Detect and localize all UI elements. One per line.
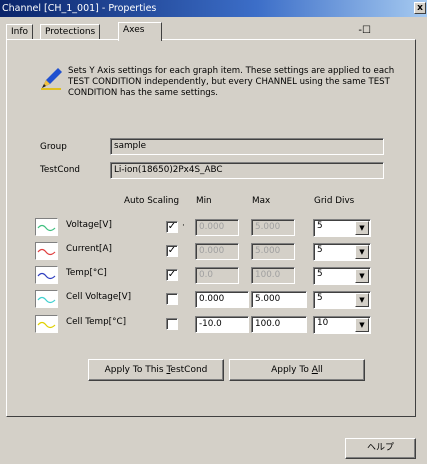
close-button[interactable]: x bbox=[414, 2, 426, 14]
cell-voltage-line-sample bbox=[37, 296, 56, 304]
current-min-field[interactable]: 0.000 bbox=[195, 243, 239, 260]
pencil-icon bbox=[41, 68, 62, 90]
tab-protections[interactable]: Protections bbox=[40, 24, 101, 40]
voltage-auto-checkbox[interactable]: ✓ bbox=[166, 221, 178, 233]
temp-max-field[interactable]: 100.0 bbox=[251, 267, 295, 284]
cell-temp-grid-value: 10 bbox=[317, 318, 329, 328]
cell-temp-min-field[interactable]: -10.0 bbox=[195, 316, 249, 333]
tab-axes[interactable]: Axes bbox=[118, 22, 162, 41]
voltage-max-field[interactable]: 5.000 bbox=[251, 219, 295, 236]
testcond-field: Li-ion(18650)2Px4S_ABC bbox=[110, 162, 384, 179]
temp-label: Temp[°C] bbox=[66, 268, 107, 278]
cell-voltage-label: Cell Voltage[V] bbox=[66, 292, 132, 302]
voltage-grid-value: 5 bbox=[317, 221, 323, 231]
group-label: Group bbox=[40, 142, 67, 152]
cell-temp-auto-checkbox[interactable] bbox=[166, 318, 178, 330]
current-grid-value: 5 bbox=[317, 245, 323, 255]
testcond-label: TestCond bbox=[40, 165, 81, 175]
temp-min-field[interactable]: 0.0 bbox=[195, 267, 239, 284]
current-label: Current[A] bbox=[66, 244, 112, 254]
apply-to-all-button[interactable]: Apply To All bbox=[229, 359, 365, 381]
apply-all-text-pre: Apply To bbox=[271, 365, 312, 375]
window-title: Channel [CH_1_001] - Properties bbox=[2, 3, 157, 14]
tab-info[interactable]: Info bbox=[6, 24, 34, 40]
description-text: Sets Y Axis settings for each graph item… bbox=[68, 66, 395, 98]
cell-temp-line-sample bbox=[37, 321, 56, 329]
group-field: sample bbox=[110, 138, 384, 155]
cell-voltage-auto-checkbox[interactable] bbox=[166, 293, 178, 305]
apply-all-text-post: ll bbox=[317, 365, 323, 375]
current-max-field[interactable]: 5.000 bbox=[251, 243, 295, 260]
dropdown-arrow-icon[interactable]: ▼ bbox=[355, 269, 369, 283]
max-header: Max bbox=[252, 196, 271, 206]
voltage-min-field[interactable]: 0.000 bbox=[195, 219, 239, 236]
pin-icon[interactable]: -☐ bbox=[358, 25, 371, 36]
apply-testcond-text-post: estCond bbox=[170, 365, 208, 375]
grid-divs-header: Grid Divs bbox=[314, 196, 355, 206]
dropdown-arrow-icon[interactable]: ▼ bbox=[355, 318, 369, 332]
voltage-line-sample bbox=[37, 224, 56, 232]
temp-grid-value: 5 bbox=[317, 269, 323, 279]
current-grid-select[interactable]: 5 ▼ bbox=[313, 243, 371, 261]
cell-voltage-grid-select[interactable]: 5 ▼ bbox=[313, 291, 371, 309]
current-line-sample bbox=[37, 248, 56, 256]
apply-testcond-text-pre: Apply To This bbox=[104, 365, 167, 375]
cell-temp-label: Cell Temp[°C] bbox=[66, 317, 127, 327]
temp-line-sample bbox=[37, 272, 56, 280]
cell-voltage-max-field[interactable]: 5.000 bbox=[251, 291, 307, 308]
cell-temp-color-swatch[interactable] bbox=[35, 315, 58, 333]
voltage-grid-select[interactable]: 5 ▼ bbox=[313, 219, 371, 237]
cell-temp-max-field[interactable]: 100.0 bbox=[251, 316, 307, 333]
dropdown-arrow-icon[interactable]: ▼ bbox=[355, 293, 369, 307]
temp-auto-checkbox[interactable]: ✓ bbox=[166, 269, 178, 281]
focus-marker: · bbox=[182, 221, 185, 231]
auto-scaling-header: Auto Scaling bbox=[124, 196, 180, 206]
title-bar: Channel [CH_1_001] - Properties x bbox=[0, 0, 427, 17]
dropdown-arrow-icon[interactable]: ▼ bbox=[355, 245, 369, 259]
cell-temp-grid-select[interactable]: 10 ▼ bbox=[313, 316, 371, 334]
temp-grid-select[interactable]: 5 ▼ bbox=[313, 267, 371, 285]
cell-voltage-color-swatch[interactable] bbox=[35, 290, 58, 308]
current-auto-checkbox[interactable]: ✓ bbox=[166, 245, 178, 257]
current-color-swatch[interactable] bbox=[35, 242, 58, 260]
cell-voltage-grid-value: 5 bbox=[317, 293, 323, 303]
apply-to-testcond-button[interactable]: Apply To This TestCond bbox=[88, 359, 224, 381]
help-button[interactable]: ヘルプ bbox=[345, 438, 416, 459]
voltage-color-swatch[interactable] bbox=[35, 218, 58, 236]
voltage-label: Voltage[V] bbox=[66, 220, 112, 230]
dropdown-arrow-icon[interactable]: ▼ bbox=[355, 221, 369, 235]
temp-color-swatch[interactable] bbox=[35, 266, 58, 284]
min-header: Min bbox=[196, 196, 212, 206]
cell-voltage-min-field[interactable]: 0.000 bbox=[195, 291, 249, 308]
